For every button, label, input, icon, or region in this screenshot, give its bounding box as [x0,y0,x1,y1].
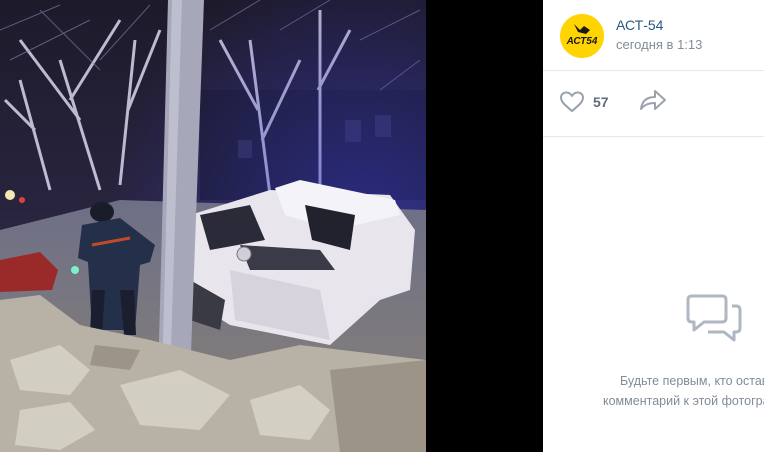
empty-comments-text-2: комментарий к этой фотографии [603,394,764,408]
viewer-background [426,0,543,452]
author-avatar[interactable]: АСТ54 [560,14,604,58]
post-photo[interactable] [0,0,426,452]
photo-info-panel: АСТ54 АСТ-54 сегодня в 1:13 57 Будьте пе… [543,0,764,452]
comment-bubble-icon [686,294,742,342]
author-logo-icon: АСТ54 [560,14,604,58]
post-author-header: АСТ54 АСТ-54 сегодня в 1:13 [543,0,764,71]
post-actions: 57 [543,71,764,137]
share-arrow-icon [640,90,666,110]
svg-text:АСТ54: АСТ54 [566,36,598,47]
author-name-link[interactable]: АСТ-54 [616,17,663,33]
heart-icon [559,91,585,113]
like-button[interactable]: 57 [559,89,619,117]
post-time[interactable]: сегодня в 1:13 [616,37,702,52]
crash-scene-image [0,0,426,452]
comments-empty-state: Будьте первым, кто оставит комментарий к… [543,137,764,452]
empty-comments-text: Будьте первым, кто оставит [620,374,764,388]
share-button[interactable] [639,89,669,115]
like-count: 57 [593,94,609,110]
photo-viewer [0,0,543,452]
